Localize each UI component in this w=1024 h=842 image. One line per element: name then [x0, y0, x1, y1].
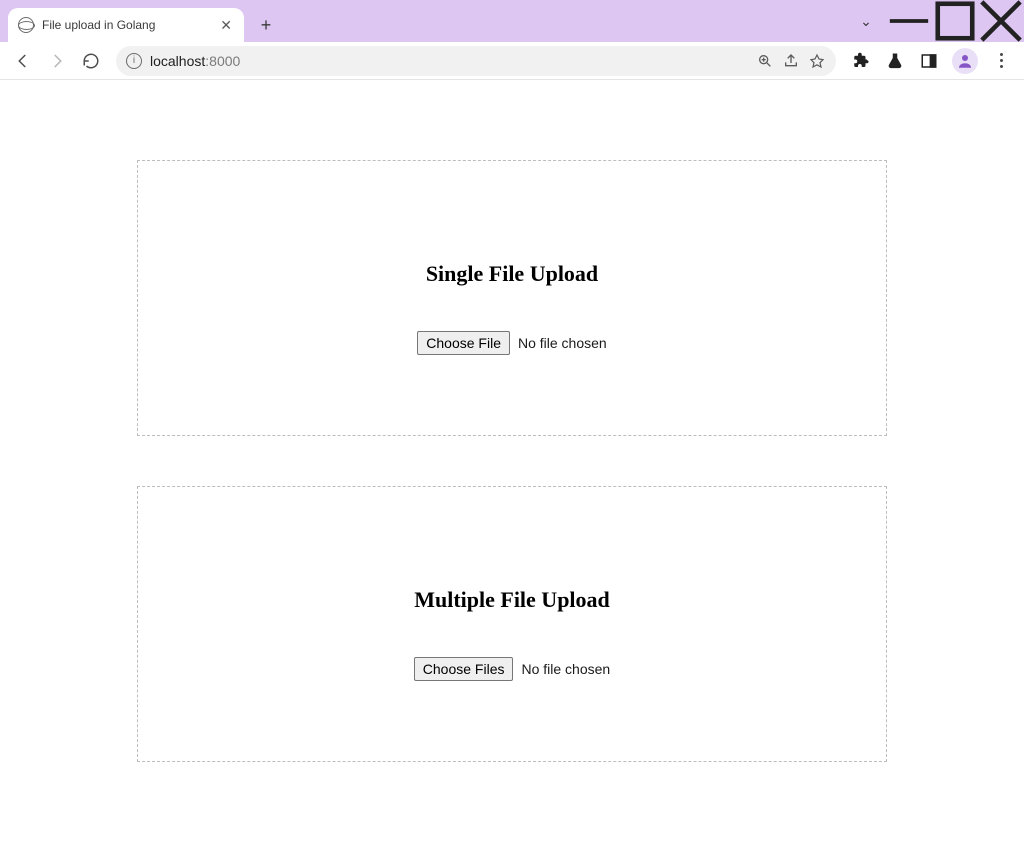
url-host: localhost: [150, 53, 205, 69]
close-tab-icon[interactable]: ✕: [218, 17, 234, 34]
single-upload-box: Single File Upload Choose File No file c…: [137, 160, 887, 436]
share-icon[interactable]: [782, 52, 800, 70]
maximize-button[interactable]: [932, 0, 978, 42]
tab-title: File upload in Golang: [42, 18, 210, 32]
site-info-icon[interactable]: i: [126, 53, 142, 69]
panel-icon[interactable]: [914, 46, 944, 76]
single-file-status: No file chosen: [518, 335, 607, 351]
browser-toolbar: i localhost:8000: [0, 42, 1024, 80]
url-port: :8000: [205, 53, 240, 69]
close-window-button[interactable]: [978, 0, 1024, 42]
window-controls: ⌄: [846, 0, 1024, 42]
window-titlebar: File upload in Golang ✕ + ⌄: [0, 0, 1024, 42]
zoom-icon[interactable]: [756, 52, 774, 70]
chevron-down-icon[interactable]: ⌄: [846, 13, 886, 30]
single-upload-heading: Single File Upload: [426, 261, 598, 287]
multiple-upload-box: Multiple File Upload Choose Files No fil…: [137, 486, 887, 762]
bookmark-icon[interactable]: [808, 52, 826, 70]
forward-button[interactable]: [42, 46, 72, 76]
browser-menu-button[interactable]: [986, 46, 1016, 76]
choose-files-button[interactable]: Choose Files: [414, 657, 514, 681]
single-file-input[interactable]: Choose File No file chosen: [417, 331, 606, 355]
multiple-file-status: No file chosen: [521, 661, 610, 677]
address-bar[interactable]: i localhost:8000: [116, 46, 836, 76]
lab-icon[interactable]: [880, 46, 910, 76]
browser-tab[interactable]: File upload in Golang ✕: [8, 8, 244, 42]
reload-button[interactable]: [76, 46, 106, 76]
back-button[interactable]: [8, 46, 38, 76]
multiple-upload-heading: Multiple File Upload: [414, 587, 610, 613]
minimize-button[interactable]: [886, 0, 932, 42]
profile-avatar[interactable]: [952, 48, 978, 74]
multiple-file-input[interactable]: Choose Files No file chosen: [414, 657, 610, 681]
url-text: localhost:8000: [150, 53, 748, 69]
choose-file-button[interactable]: Choose File: [417, 331, 510, 355]
page-content: Single File Upload Choose File No file c…: [0, 80, 1024, 842]
globe-icon: [18, 17, 34, 33]
extensions-icon[interactable]: [846, 46, 876, 76]
new-tab-button[interactable]: +: [252, 11, 280, 39]
